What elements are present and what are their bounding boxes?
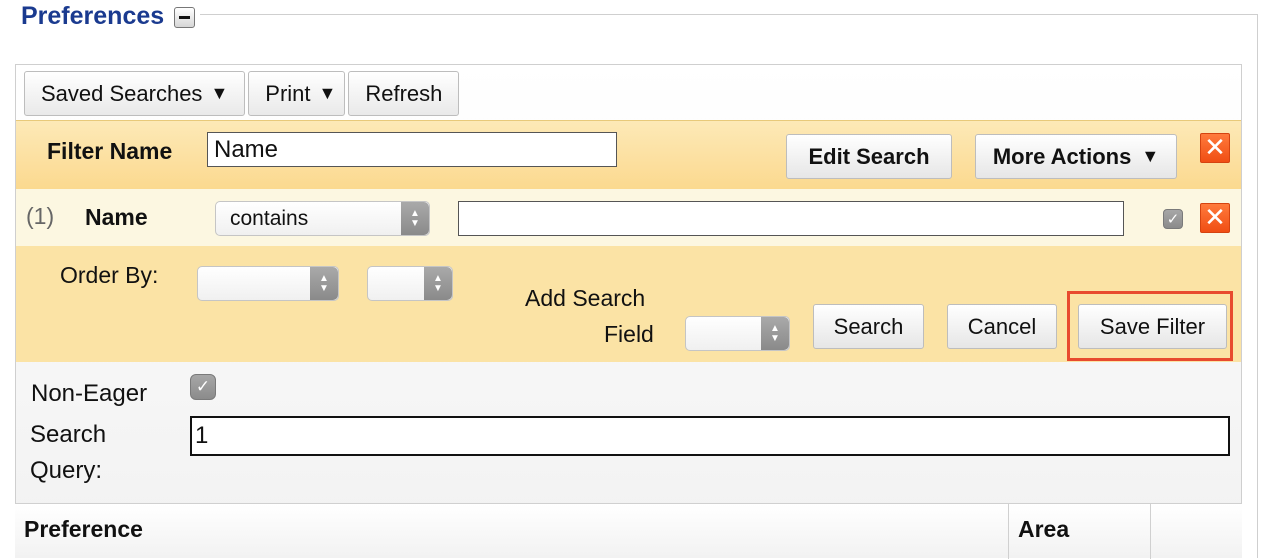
order-by-label: Order By: xyxy=(60,262,159,288)
fieldset-border-right xyxy=(1257,14,1258,558)
operator-value: contains xyxy=(230,206,309,230)
more-actions-label: More Actions xyxy=(992,143,1132,169)
column-header-preference[interactable]: Preference xyxy=(24,516,143,543)
select-arrows-icon: ▲ ▼ xyxy=(761,317,789,350)
cancel-button-label: Cancel xyxy=(967,313,1037,339)
collapse-section-button[interactable] xyxy=(174,7,195,28)
edit-search-button[interactable]: Edit Search xyxy=(786,134,952,179)
search-query-label-line2: Query: xyxy=(30,457,103,484)
saved-searches-label: Saved Searches xyxy=(41,80,203,106)
fieldset-border-top xyxy=(200,14,1258,15)
chevron-down-icon: ▼ xyxy=(210,83,229,103)
add-search-field-label-line2: Field xyxy=(604,321,654,347)
criterion-field-label: Name xyxy=(85,204,148,230)
criterion-index: (1) xyxy=(26,203,55,229)
close-icon: ✕ xyxy=(1204,203,1226,233)
cancel-button[interactable]: Cancel xyxy=(947,304,1057,349)
close-icon: ✕ xyxy=(1204,133,1226,163)
refresh-label: Refresh xyxy=(365,80,443,106)
saved-searches-button[interactable]: Saved Searches ▼ xyxy=(24,71,246,116)
add-search-field-label-line1: Add Search xyxy=(525,285,646,311)
remove-criterion-button[interactable]: ✕ xyxy=(1200,203,1230,233)
remove-filter-button[interactable]: ✕ xyxy=(1200,133,1230,163)
criterion-value-input[interactable] xyxy=(458,201,1124,236)
checkmark-icon: ✓ xyxy=(195,377,211,396)
filter-name-input[interactable]: Name xyxy=(207,132,617,167)
search-button-label: Search xyxy=(833,313,904,339)
non-eager-checkbox[interactable]: ✓ xyxy=(190,374,216,400)
add-search-field-select[interactable]: ▲ ▼ xyxy=(685,316,790,351)
column-divider xyxy=(1008,504,1009,559)
minus-icon xyxy=(179,16,190,19)
select-arrows-icon: ▲ ▼ xyxy=(401,202,429,235)
non-eager-label: Non-Eager xyxy=(31,380,148,407)
checkmark-icon: ✓ xyxy=(1166,211,1180,228)
operator-select[interactable]: contains ▲ ▼ xyxy=(215,201,430,236)
filter-name-label: Filter Name xyxy=(47,138,173,164)
search-query-input[interactable]: 1 xyxy=(190,416,1230,456)
search-panel: Saved Searches ▼ Print ▼ Refresh Filter … xyxy=(15,64,1242,558)
criterion-enabled-checkbox[interactable]: ✓ xyxy=(1163,209,1183,229)
toolbar: Saved Searches ▼ Print ▼ Refresh xyxy=(24,71,460,118)
results-table-header: Preference Area xyxy=(15,503,1242,559)
more-actions-button[interactable]: More Actions ▼ xyxy=(975,134,1177,179)
order-by-row: Order By: ▲ ▼ ▲ ▼ Add Search Field ▲ ▼ Sear… xyxy=(16,246,1241,362)
refresh-button[interactable]: Refresh xyxy=(348,71,460,116)
chevron-down-icon: ▼ xyxy=(318,83,337,103)
select-arrows-icon: ▲ ▼ xyxy=(424,267,452,300)
column-divider xyxy=(1150,504,1151,559)
order-field-select[interactable]: ▲ ▼ xyxy=(197,266,339,301)
save-filter-highlight xyxy=(1067,291,1233,361)
search-button[interactable]: Search xyxy=(813,304,924,349)
print-label: Print xyxy=(265,80,311,106)
chevron-down-icon: ▼ xyxy=(1141,146,1160,166)
search-query-label-line1: Search xyxy=(30,421,107,448)
order-direction-select[interactable]: ▲ ▼ xyxy=(367,266,453,301)
select-arrows-icon: ▲ ▼ xyxy=(310,267,338,300)
section-title: Preferences xyxy=(21,2,165,30)
edit-search-label: Edit Search xyxy=(808,143,930,169)
criterion-row: (1) Name contains ▲ ▼ ✓ ✕ xyxy=(16,189,1241,246)
filter-name-row: Filter Name Name Edit Search More Action… xyxy=(16,120,1241,189)
column-header-area[interactable]: Area xyxy=(1018,516,1069,543)
print-button[interactable]: Print ▼ xyxy=(248,71,346,116)
